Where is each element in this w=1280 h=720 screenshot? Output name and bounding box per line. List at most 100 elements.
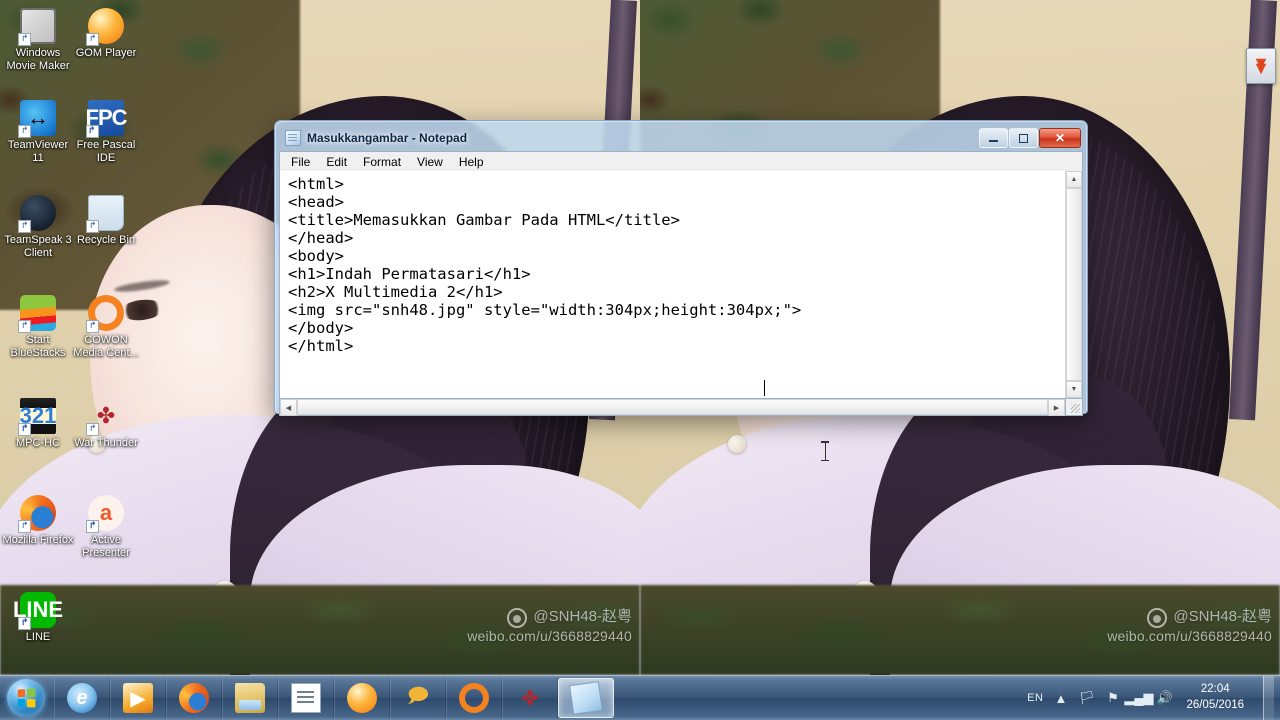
teamspeak-icon: [18, 195, 56, 233]
media-player-icon: ▶: [123, 683, 153, 713]
firefox-icon: [18, 495, 56, 533]
menu-item-file[interactable]: File: [283, 153, 318, 171]
notepad-icon: [285, 130, 301, 146]
window-title: Masukkangambar - Notepad: [307, 131, 468, 145]
menu-item-help[interactable]: Help: [451, 153, 492, 171]
signal-icon[interactable]: ▂▄▆: [1124, 690, 1153, 707]
desktop-icon-label: War Thunder: [74, 437, 138, 449]
desktop-icon-label: Recycle Bin: [76, 234, 136, 246]
vertical-scroll-thumb[interactable]: [1066, 188, 1082, 381]
desktop-icon-recycle-bin[interactable]: Recycle Bin: [72, 195, 140, 247]
taskbar-button-notepad-document[interactable]: [278, 678, 334, 718]
show-desktop-button[interactable]: [1263, 675, 1274, 720]
taskbar-button-firefox[interactable]: [166, 678, 222, 718]
editor-area[interactable]: <html> <head> <title>Memasukkan Gambar P…: [279, 171, 1083, 399]
horizontal-scroll-thumb[interactable]: [297, 399, 1048, 415]
scroll-left-button[interactable]: ◀: [280, 399, 297, 416]
taskbar[interactable]: e ▶ 🗩 ✤ EN ▲ 🏳 ⚑ ▂▄▆ 🔊 22:04 26/05/2016: [0, 675, 1280, 720]
code-text: <html> <head> <title>Memasukkan Gambar P…: [288, 175, 802, 355]
shortcut-arrow-icon: [18, 33, 31, 46]
shortcut-arrow-icon: [86, 125, 99, 138]
teamviewer-icon: ↔: [18, 100, 56, 138]
scroll-up-button[interactable]: ▲: [1066, 171, 1082, 188]
desktop-icon-free-pascal[interactable]: FPCFree Pascal IDE: [72, 100, 140, 164]
desktop-icon-grid: Windows Movie Maker GOM Player ↔TeamViewer…: [0, 0, 140, 660]
scroll-down-button[interactable]: ▼: [1066, 381, 1082, 398]
taskbar-button-notepad-window[interactable]: [558, 678, 614, 718]
mpc-hc-icon: 321: [18, 398, 56, 436]
desktop-icon-gom-player[interactable]: GOM Player: [72, 8, 140, 60]
taskbar-buttons: e ▶ 🗩 ✤: [54, 678, 614, 718]
recycle-bin-icon: [86, 195, 124, 233]
desktop-icon-teamspeak[interactable]: TeamSpeak 3 Client: [4, 195, 72, 259]
action-center-icon[interactable]: 🏳: [1078, 690, 1096, 707]
desktop-icon-active-presenter[interactable]: aActive Presenter: [72, 495, 140, 559]
free-pascal-icon: FPC: [86, 100, 128, 138]
menu-bar[interactable]: File Edit Format View Help: [279, 151, 1083, 171]
language-indicator[interactable]: EN: [1027, 692, 1043, 704]
windows-explorer-icon: [235, 683, 265, 713]
start-button[interactable]: [2, 677, 50, 719]
desktop-icon-war-thunder[interactable]: ✤War Thunder: [72, 398, 140, 450]
shortcut-arrow-icon: [86, 33, 99, 46]
notepad-document-icon: [291, 683, 321, 713]
desktop-icon-line[interactable]: LINELINE: [4, 592, 72, 644]
desktop-icon-label: TeamViewer 11: [7, 139, 69, 164]
active-presenter-icon: a: [86, 495, 124, 533]
taskbar-button-windows-explorer[interactable]: [222, 678, 278, 718]
desktop-icon-teamviewer[interactable]: ↔TeamViewer 11: [4, 100, 72, 164]
volume-icon[interactable]: 🔊: [1156, 690, 1173, 707]
menu-item-view[interactable]: View: [409, 153, 451, 171]
desktop-icon-bluestacks[interactable]: Start BlueStacks: [4, 295, 72, 359]
shortcut-arrow-icon: [86, 220, 99, 233]
clock-time: 22:04: [1200, 683, 1230, 696]
desktop-icon-mpc-hc[interactable]: 321MPC-HC: [4, 398, 72, 450]
internet-explorer-icon: e: [67, 683, 97, 713]
menu-item-format[interactable]: Format: [355, 153, 409, 171]
firefox-icon: [179, 683, 209, 713]
vertical-scrollbar[interactable]: ▲ ▼: [1065, 171, 1082, 398]
cowon-media-center-icon: [86, 295, 124, 333]
scroll-right-button[interactable]: ▶: [1048, 399, 1065, 416]
shortcut-arrow-icon: [86, 520, 99, 533]
horizontal-scrollbar[interactable]: ◀ ▶: [279, 399, 1066, 416]
system-tray[interactable]: EN ▲ 🏳 ⚑ ▂▄▆ 🔊 22:04 26/05/2016: [1027, 675, 1280, 720]
clock[interactable]: 22:04 26/05/2016: [1182, 682, 1252, 713]
network-icon[interactable]: ⚑: [1104, 690, 1121, 707]
notepad-window[interactable]: Masukkangambar - Notepad ✕ File Edit Forma…: [274, 120, 1088, 461]
war-thunder-icon: ✤: [521, 687, 539, 710]
notepad-window-icon: [569, 681, 603, 715]
menu-item-edit[interactable]: Edit: [318, 153, 355, 171]
taskbar-button-cowon[interactable]: [446, 678, 502, 718]
taskbar-button-gom-player[interactable]: [334, 678, 390, 718]
show-hidden-icons-button[interactable]: ▲: [1052, 690, 1069, 707]
notepad-title-bar[interactable]: Masukkangambar - Notepad ✕: [279, 125, 1083, 151]
close-button[interactable]: ✕: [1039, 128, 1081, 148]
download-arrow-icon[interactable]: ▼ ▼: [1246, 48, 1276, 84]
desktop-icon-label: LINE: [25, 631, 51, 643]
maximize-button[interactable]: [1009, 128, 1038, 148]
taskbar-button-messenger[interactable]: 🗩: [390, 678, 446, 718]
text-caret: [764, 380, 765, 396]
clock-date: 26/05/2016: [1186, 699, 1244, 711]
text-editor[interactable]: <html> <head> <title>Memasukkan Gambar P…: [280, 171, 1065, 398]
vertical-scroll-track[interactable]: [1066, 188, 1082, 381]
wallpaper-button: [728, 435, 746, 453]
shortcut-arrow-icon: [18, 423, 31, 436]
taskbar-button-internet-explorer[interactable]: e: [54, 678, 110, 718]
desktop-icon-label: Active Presenter: [82, 534, 130, 559]
minimize-button[interactable]: [979, 128, 1008, 148]
desktop-icon-firefox[interactable]: Mozilla Firefox: [3, 495, 73, 547]
gom-player-icon: [347, 683, 377, 713]
horizontal-scrollbar-row: ◀ ▶: [279, 399, 1083, 416]
resize-grip[interactable]: [1066, 399, 1083, 416]
desktop-icon-label: COWON Media Cent...: [73, 334, 139, 359]
desktop-icon-windows-movie-maker[interactable]: Windows Movie Maker: [4, 8, 72, 72]
taskbar-button-media-player[interactable]: ▶: [110, 678, 166, 718]
war-thunder-icon: ✤: [86, 398, 124, 436]
desktop-icon-cowon-media-center[interactable]: COWON Media Cent...: [72, 295, 140, 359]
taskbar-button-war-thunder[interactable]: ✤: [502, 678, 558, 718]
windows-logo-icon: [7, 679, 45, 717]
shortcut-arrow-icon: [18, 520, 31, 533]
window-buttons: ✕: [979, 128, 1081, 148]
